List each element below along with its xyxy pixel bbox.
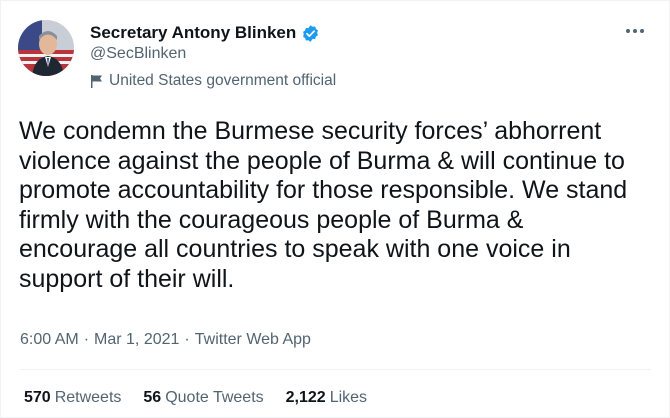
government-label[interactable]: United States government official	[90, 71, 336, 91]
government-label-text: United States government official	[109, 72, 337, 89]
meta-separator: ·	[184, 331, 190, 348]
tweet-stats: 570 Retweets 56 Quote Tweets 2,122 Likes	[24, 389, 367, 407]
retweets-stat[interactable]: 570 Retweets	[24, 389, 121, 407]
author-name-row[interactable]: Secretary Antony Blinken	[90, 22, 320, 44]
retweets-count: 570	[24, 389, 51, 406]
handle[interactable]: @SecBlinken	[90, 45, 186, 63]
display-name[interactable]: Secretary Antony Blinken	[90, 23, 296, 43]
quote-tweets-count: 56	[143, 389, 162, 406]
retweets-label: Retweets	[54, 389, 122, 406]
avatar-image	[18, 20, 74, 76]
divider	[19, 369, 651, 370]
tweet-source[interactable]: Twitter Web App	[195, 331, 311, 349]
avatar[interactable]	[18, 20, 74, 76]
more-options-icon[interactable]	[623, 21, 647, 41]
tweet-time[interactable]: 6:00 AM	[20, 331, 79, 349]
quote-tweets-label: Quote Tweets	[165, 389, 264, 406]
likes-label: Likes	[329, 389, 368, 406]
meta-separator: ·	[83, 331, 90, 348]
verified-badge-icon	[301, 24, 320, 43]
flag-icon	[90, 74, 103, 89]
likes-stat[interactable]: 2,122 Likes	[286, 389, 367, 407]
tweet-card: Secretary Antony Blinken @SecBlinken Uni…	[0, 0, 670, 418]
tweet-metadata: 6:00 AM · Mar 1, 2021 · Twitter Web App	[20, 331, 311, 349]
quote-tweets-stat[interactable]: 56 Quote Tweets	[143, 389, 263, 407]
tweet-date[interactable]: Mar 1, 2021	[94, 331, 179, 349]
likes-count: 2,122	[285, 389, 326, 406]
tweet-text: We condemn the Burmese security forces’ …	[19, 117, 628, 293]
